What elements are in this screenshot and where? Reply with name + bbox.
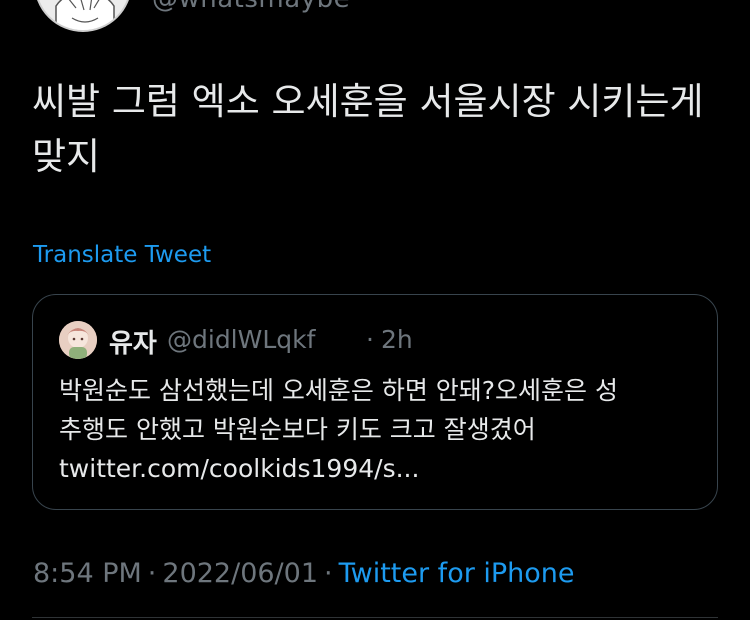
quoted-author-handle[interactable]: @didlWLqkf (167, 325, 315, 354)
quoted-tweet-text: 박원순도 삼선했는데 오세훈은 하면 안돼?오세훈은 성 추행도 안했고 박원순… (59, 371, 699, 488)
quoted-text-link[interactable]: twitter.com/coolkids1994/s... (59, 449, 699, 488)
quoted-tweet-time[interactable]: 2h (381, 325, 413, 354)
meta-separator: · (147, 558, 157, 589)
translate-tweet-link[interactable]: Translate Tweet (33, 242, 211, 268)
author-handle[interactable]: @whatsmaybe (152, 0, 350, 14)
quoted-avatar-drawing-icon (59, 321, 97, 359)
tweet-source-link[interactable]: Twitter for iPhone (339, 558, 575, 589)
quoted-author-name[interactable]: 유자 (109, 323, 157, 360)
tweet-metadata: 8:54 PM · 2022/06/01 · Twitter for iPhone (33, 558, 575, 589)
meta-separator: · (324, 558, 333, 589)
tweet-date[interactable]: 2022/06/01 (162, 558, 318, 589)
quoted-text-line: 추행도 안했고 박원순보다 키도 크고 잘생겼어 (59, 415, 536, 444)
quoted-tweet-card[interactable]: 유자 @didlWLqkf · 2h 박원순도 삼선했는데 오세훈은 하면 안돼… (32, 294, 718, 510)
tweet-detail-view: @whatsmaybe 씨발 그럼 엑소 오세훈을 서울시장 시키는게 맞지 T… (0, 0, 750, 620)
tweet-time[interactable]: 8:54 PM (33, 558, 142, 589)
quoted-header-separator: · (366, 325, 374, 354)
quoted-tweet-header: 유자 @didlWLqkf · 2h (59, 321, 699, 359)
divider (32, 617, 718, 618)
quoted-text-line: 박원순도 삼선했는데 오세훈은 하면 안돼?오세훈은 성 (59, 376, 619, 405)
tweet-header: @whatsmaybe (0, 0, 750, 40)
tweet-text: 씨발 그럼 엑소 오세훈을 서울시장 시키는게 맞지 (32, 80, 704, 178)
author-avatar-drawing-icon (36, 0, 130, 30)
quoted-author-avatar[interactable] (59, 321, 97, 359)
author-avatar[interactable] (34, 0, 132, 32)
